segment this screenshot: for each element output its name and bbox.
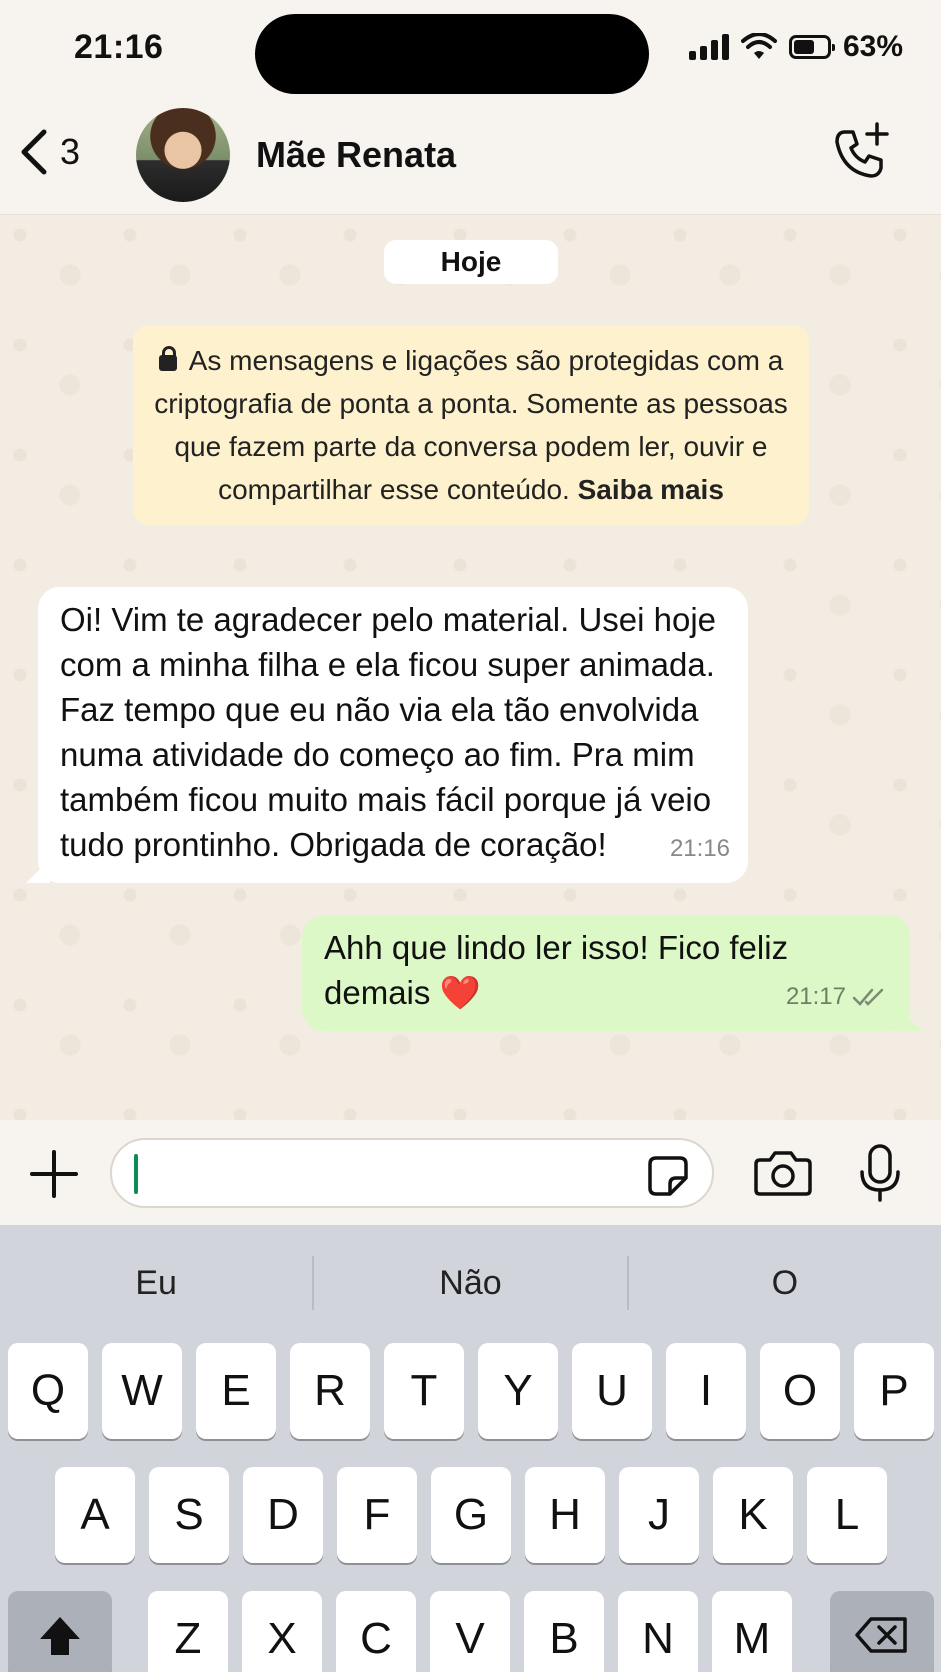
suggestion-item[interactable]: Eu [0, 1264, 312, 1303]
key-i[interactable]: I [666, 1343, 746, 1439]
suggestion-item[interactable]: O [629, 1264, 941, 1303]
key-p[interactable]: P [854, 1343, 934, 1439]
back-button[interactable]: 3 [18, 128, 80, 176]
heart-emoji: ❤️ [439, 974, 481, 1011]
key-c[interactable]: C [336, 1591, 416, 1672]
message-text: Oi! Vim te agradecer pelo material. Usei… [60, 601, 717, 863]
suggestion-item[interactable]: Não [314, 1264, 626, 1303]
microphone-button[interactable] [858, 1144, 902, 1209]
status-bar: 21:16 63% [0, 0, 941, 100]
microphone-icon [860, 1144, 900, 1202]
key-s[interactable]: S [149, 1467, 229, 1563]
chat-header: 3 Mãe Renata [0, 100, 941, 215]
key-o[interactable]: O [760, 1343, 840, 1439]
message-meta: 21:17 [786, 974, 888, 1019]
key-g[interactable]: G [431, 1467, 511, 1563]
message-time: 21:16 [669, 835, 730, 862]
cellular-signal-icon [688, 34, 729, 60]
camera-icon [754, 1151, 812, 1196]
key-y[interactable]: Y [478, 1343, 558, 1439]
battery-percent: 63% [842, 30, 903, 63]
message-outgoing[interactable]: Ahh que lindo ler isso! Fico feliz demai… [302, 915, 910, 1031]
key-l[interactable]: L [807, 1467, 887, 1563]
message-time: 21:17 [785, 983, 846, 1010]
learn-more-link[interactable]: Saiba mais [578, 474, 724, 505]
battery-icon [788, 35, 835, 59]
key-z[interactable]: Z [148, 1591, 228, 1672]
shift-icon [40, 1617, 80, 1655]
key-e[interactable]: E [196, 1343, 276, 1439]
input-bar [0, 1120, 941, 1225]
sticker-button[interactable] [646, 1154, 690, 1203]
key-a[interactable]: A [55, 1467, 135, 1563]
key-j[interactable]: J [619, 1467, 699, 1563]
backspace-icon [855, 1617, 907, 1653]
key-v[interactable]: V [430, 1591, 510, 1672]
key-t[interactable]: T [384, 1343, 464, 1439]
message-incoming[interactable]: Oi! Vim te agradecer pelo material. Usei… [38, 587, 748, 883]
status-time: 21:16 [74, 28, 164, 66]
add-call-button[interactable] [831, 122, 891, 187]
attach-button[interactable] [28, 1148, 80, 1205]
chevron-left-icon [21, 129, 47, 175]
key-w[interactable]: W [102, 1343, 182, 1439]
key-x[interactable]: X [242, 1591, 322, 1672]
key-r[interactable]: R [290, 1343, 370, 1439]
date-chip: Hoje [384, 240, 558, 284]
key-d[interactable]: D [243, 1467, 323, 1563]
encryption-notice[interactable]: As mensagens e ligações são protegidas c… [133, 325, 809, 525]
suggestion-bar: Eu Não O [0, 1225, 941, 1341]
key-h[interactable]: H [525, 1467, 605, 1563]
chat-area[interactable]: Hoje As mensagens e ligações são protegi… [0, 215, 941, 1120]
key-n[interactable]: N [618, 1591, 698, 1672]
backspace-key[interactable] [830, 1591, 934, 1672]
wifi-icon [740, 33, 777, 59]
camera-button[interactable] [754, 1150, 812, 1201]
contact-name[interactable]: Mãe Renata [256, 134, 456, 176]
key-f[interactable]: F [337, 1467, 417, 1563]
keyboard: Eu Não O QWERTYUIOPASDFGHJKLZXCVBNM [0, 1225, 941, 1672]
message-input[interactable] [110, 1138, 714, 1208]
lock-icon [158, 346, 177, 371]
key-m[interactable]: M [712, 1591, 792, 1672]
contact-avatar[interactable] [136, 108, 230, 202]
plus-icon [30, 1150, 78, 1198]
shift-key[interactable] [8, 1591, 112, 1672]
key-b[interactable]: B [524, 1591, 604, 1672]
double-check-icon [852, 988, 884, 1006]
sticker-icon [648, 1156, 688, 1196]
key-k[interactable]: K [713, 1467, 793, 1563]
text-caret [134, 1154, 138, 1194]
key-u[interactable]: U [572, 1343, 652, 1439]
key-q[interactable]: Q [8, 1343, 88, 1439]
status-indicators: 63% [688, 30, 903, 64]
unread-count: 3 [60, 131, 81, 172]
message-text: Ahh que lindo ler isso! Fico feliz demai… [324, 929, 789, 1011]
phone-plus-icon [835, 122, 889, 178]
dynamic-island [255, 14, 649, 94]
